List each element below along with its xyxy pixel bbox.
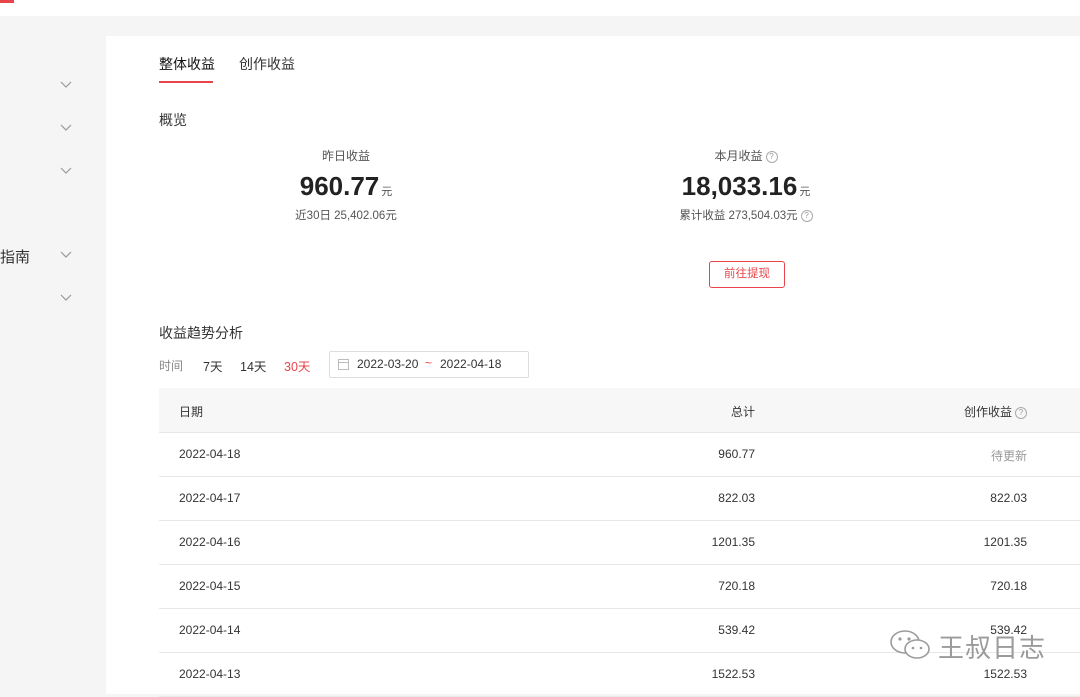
chevron-down-icon — [60, 124, 72, 131]
row-total: 539.42 — [718, 623, 755, 637]
trend-title: 收益趋势分析 — [159, 325, 243, 341]
chevron-down-icon — [60, 81, 72, 88]
row-total: 720.18 — [718, 579, 755, 593]
chevron-down-icon — [60, 251, 72, 258]
row-creation: 待更新 — [990, 449, 1027, 463]
watermark: 王叔日志 — [888, 626, 1048, 666]
cumulative-income-row: 累计收益 273,504.03元? — [596, 208, 896, 224]
sidebar-item-5[interactable] — [0, 203, 100, 227]
chevron-down-icon — [60, 294, 72, 301]
sidebar-item-2[interactable] — [0, 74, 100, 98]
currency-unit: 元 — [381, 186, 393, 198]
row-creation: 1522.53 — [983, 667, 1027, 681]
sidebar-item-3[interactable] — [0, 117, 100, 141]
yesterday-income-card: 昨日收益 960.77 元 近30日 25,402.06元 — [196, 148, 496, 224]
row-total: 1201.35 — [711, 535, 755, 549]
row-date: 2022-04-13 — [179, 667, 241, 681]
column-header-creation-label: 创作收益 — [963, 405, 1012, 419]
sidebar: 指南 — [0, 16, 106, 694]
row-date: 2022-04-17 — [179, 491, 241, 505]
table-row: 2022-04-16 1201.35 1201.35 — [159, 520, 1080, 565]
tab-overall-income[interactable]: 整体收益 — [159, 54, 215, 74]
column-header-date: 日期 — [179, 405, 204, 419]
sidebar-item-7[interactable] — [0, 287, 100, 311]
calendar-icon — [338, 359, 349, 370]
range-30-days[interactable]: 30天 — [284, 356, 310, 375]
last-30-days-income: 近30日 25,402.06元 — [295, 210, 397, 222]
tab-label: 创作收益 — [239, 56, 295, 72]
currency-unit: 元 — [799, 186, 811, 198]
row-date: 2022-04-16 — [179, 535, 241, 549]
row-date: 2022-04-18 — [179, 447, 241, 461]
help-icon[interactable]: ? — [765, 150, 778, 163]
row-total: 1522.53 — [711, 667, 755, 681]
main-content: 整体收益 创作收益 概览 昨日收益 960.77 元 近30日 25,402.06… — [106, 36, 1080, 697]
table-row: 2022-04-18 960.77 待更新 — [159, 432, 1080, 477]
overview-title: 概览 — [159, 112, 187, 128]
date-range-picker[interactable]: 2022-03-20 ~ 2022-04-18 — [329, 351, 529, 378]
row-date: 2022-04-15 — [179, 579, 241, 593]
sidebar-item-4[interactable] — [0, 160, 100, 184]
row-total: 822.03 — [718, 491, 755, 505]
row-date: 2022-04-14 — [179, 623, 241, 637]
row-total: 960.77 — [718, 447, 755, 461]
withdraw-button[interactable]: 前往提现 — [709, 261, 785, 288]
row-creation: 822.03 — [990, 491, 1027, 505]
time-range-selector: 时间 7天 14天 30天 2022-03-20 ~ 2022-04-18 — [159, 350, 559, 378]
yesterday-income-label: 昨日收益 — [321, 149, 370, 163]
time-label: 时间 — [159, 359, 184, 373]
sidebar-item-1[interactable] — [0, 32, 100, 56]
monthly-income-label-row: 本月收益? — [596, 148, 896, 164]
tab-label: 整体收益 — [159, 56, 215, 72]
chevron-down-icon — [60, 167, 72, 174]
top-bar — [0, 0, 1080, 16]
column-header-creation: 创作收益? — [964, 403, 1027, 420]
active-tab-indicator — [159, 81, 213, 83]
table-header: 日期 总计 创作收益? — [159, 388, 1080, 433]
wechat-icon — [890, 630, 930, 659]
range-7-days[interactable]: 7天 — [203, 356, 222, 375]
yesterday-income-value: 960.77 元 — [196, 170, 496, 202]
help-icon[interactable]: ? — [800, 209, 813, 222]
range-14-days[interactable]: 14天 — [240, 356, 266, 375]
table-row: 2022-04-17 822.03 822.03 — [159, 476, 1080, 521]
sidebar-item-label: 指南 — [0, 249, 31, 266]
sidebar-item-guide[interactable]: 指南 — [0, 244, 100, 268]
sidebar-item-8[interactable] — [0, 330, 100, 354]
tab-creation-income[interactable]: 创作收益 — [239, 54, 295, 74]
table-row: 2022-04-15 720.18 720.18 — [159, 564, 1080, 609]
monthly-income-label: 本月收益 — [714, 149, 763, 163]
monthly-income-amount: 18,033.16 — [681, 171, 798, 201]
column-header-total: 总计 — [730, 405, 755, 419]
brand-mark — [0, 0, 14, 3]
cumulative-income: 累计收益 273,504.03元 — [679, 210, 798, 222]
date-separator: ~ — [425, 356, 433, 370]
monthly-income-value: 18,033.16 元 — [596, 170, 896, 202]
yesterday-income-amount: 960.77 — [299, 171, 380, 201]
row-creation: 1201.35 — [983, 535, 1027, 549]
date-start: 2022-03-20 — [357, 357, 419, 371]
help-icon[interactable]: ? — [1015, 406, 1027, 419]
monthly-income-card: 本月收益? 18,033.16 元 累计收益 273,504.03元? — [596, 148, 896, 224]
watermark-text: 王叔日志 — [938, 633, 1047, 663]
row-creation: 720.18 — [990, 579, 1027, 593]
date-end: 2022-04-18 — [440, 357, 502, 371]
